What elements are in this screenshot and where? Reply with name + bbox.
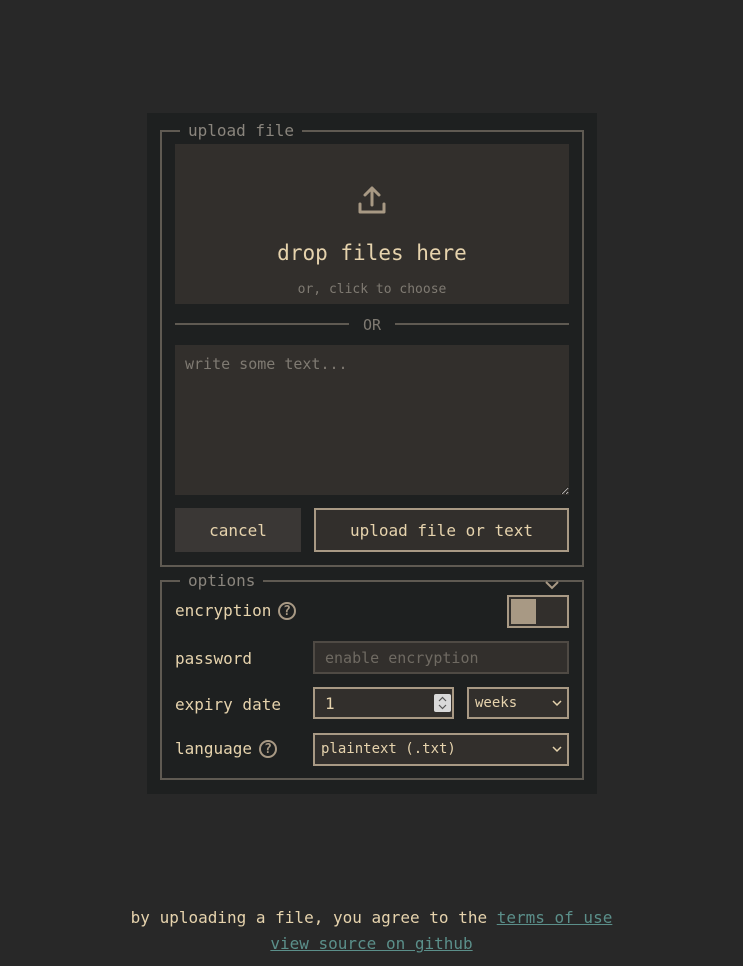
expiry-number-input[interactable] (313, 687, 454, 719)
drop-title: drop files here (277, 241, 467, 265)
chevron-down-icon[interactable] (544, 577, 560, 593)
terms-link[interactable]: terms of use (497, 908, 613, 927)
agree-text: by uploading a file, you agree to the (130, 908, 488, 927)
upload-icon (358, 186, 386, 214)
password-label: password (175, 649, 253, 668)
text-input[interactable] (175, 345, 569, 495)
upload-button[interactable]: upload file or text (314, 508, 569, 552)
expiry-unit-value: weeks (475, 695, 518, 711)
or-divider: OR (175, 316, 569, 334)
toggle-knob (511, 599, 536, 624)
divider-line-right (395, 323, 569, 325)
agree-line: by uploading a file, you agree to the te… (0, 905, 743, 931)
help-icon[interactable]: ? (278, 602, 296, 620)
chevron-down-icon (552, 746, 562, 753)
number-spinner[interactable] (434, 694, 451, 712)
language-label: language (175, 739, 253, 758)
encryption-toggle[interactable] (507, 595, 569, 628)
upload-panel: upload file drop files here or, click to… (147, 113, 597, 794)
github-link[interactable]: view source on github (270, 934, 472, 953)
language-select[interactable]: plaintext (.txt) (313, 733, 569, 766)
expiry-unit-select[interactable]: weeks (467, 687, 569, 719)
footer: by uploading a file, you agree to the te… (0, 905, 743, 957)
password-field[interactable] (313, 641, 569, 674)
or-text: OR (362, 316, 382, 334)
cancel-button[interactable]: cancel (175, 508, 301, 552)
upload-legend: upload file (188, 121, 294, 140)
options-legend: options (188, 571, 256, 590)
expiry-label: expiry date (175, 695, 281, 714)
encryption-label: encryption (175, 601, 272, 620)
drop-subtitle: or, click to choose (297, 282, 447, 297)
language-value: plaintext (.txt) (321, 741, 456, 757)
help-icon[interactable]: ? (259, 740, 277, 758)
file-dropzone[interactable]: drop files here or, click to choose (175, 144, 569, 304)
chevron-down-icon (552, 700, 562, 707)
spinner-arrows-icon (438, 696, 447, 710)
